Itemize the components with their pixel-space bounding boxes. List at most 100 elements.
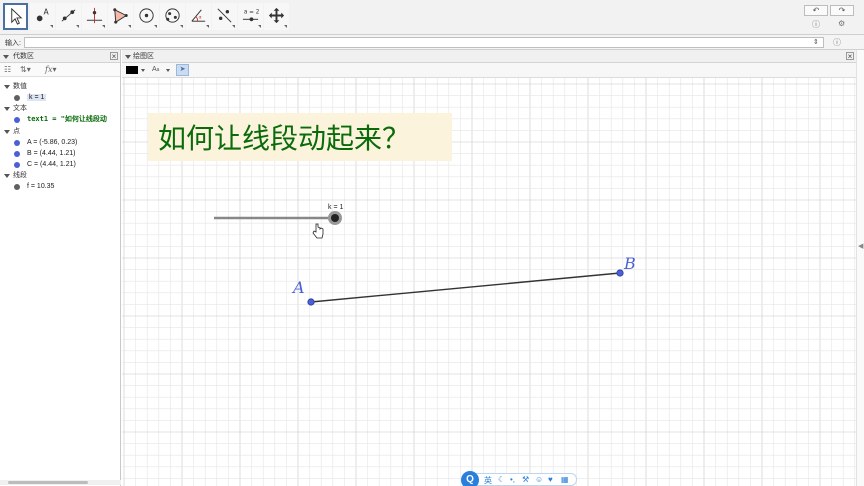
segment-f[interactable] (310, 272, 621, 303)
algebra-category-segments[interactable]: 线段 (0, 170, 121, 181)
algebra-horizontal-scrollbar[interactable] (0, 480, 121, 485)
slider-tool-button[interactable]: a = 2 (238, 3, 263, 30)
collapse-triangle-icon[interactable] (4, 130, 10, 134)
redo-icon: ↷ (838, 6, 846, 15)
pin-to-screen-button[interactable]: ➤ (176, 64, 189, 76)
perpendicular-line-icon (86, 7, 103, 24)
graphics-view-header: 绘图区 × (122, 50, 856, 63)
undo-button[interactable]: ↶ (804, 5, 828, 16)
ime-logo-icon[interactable]: Q (461, 471, 479, 486)
graphics-view: 绘图区 × Aa ➤ 如何让线段动起来？ k = 1 A B (122, 50, 856, 486)
collapse-triangle-icon[interactable] (4, 107, 10, 111)
move-tool-button[interactable] (3, 3, 28, 30)
redo-button[interactable]: ↷ (830, 5, 854, 16)
label-style-button[interactable]: Aa (152, 66, 159, 73)
moon-icon[interactable]: ☾ (498, 475, 505, 484)
input-history-stepper-icon[interactable]: ⇕ (813, 38, 819, 46)
circle-icon (139, 8, 154, 23)
undo-icon: ↶ (812, 6, 820, 15)
visibility-toggle-icon[interactable] (14, 117, 20, 123)
toggle-auxiliary-icon[interactable]: ☷ (4, 65, 11, 74)
pin-icon: ➤ (179, 66, 186, 73)
algebra-category-numbers[interactable]: 数值 (0, 81, 121, 92)
color-picker-button[interactable] (126, 66, 138, 74)
algebra-item-segment-f[interactable]: f = 10.35 (0, 181, 121, 192)
visibility-toggle-icon[interactable] (14, 95, 20, 101)
toolbar: A α a = 2 ↶ ↷ ⓘ ⚙ (0, 0, 864, 35)
label-style-suffix: a (156, 67, 160, 73)
description-mode-icon[interactable]: fx▾ (45, 65, 57, 74)
ime-toolbar: Q 英 ☾ •, ⚒ ☺ ♥ ▦ (461, 471, 577, 486)
algebra-toolbar: ☷ ⇅▾ fx▾ (0, 63, 120, 77)
scrollbar-thumb[interactable] (8, 481, 88, 484)
collapse-triangle-icon[interactable] (4, 174, 10, 178)
expand-panel-icon[interactable]: ◀ (858, 242, 863, 250)
polygon-icon (113, 8, 128, 24)
algebra-view-header: 代数区 × (0, 50, 120, 63)
reflect-about-line-icon (217, 8, 232, 23)
chevron-down-icon[interactable] (166, 69, 170, 72)
sort-icon[interactable]: ⇅▾ (20, 65, 31, 74)
svg-text:A: A (43, 8, 49, 17)
close-graphics-icon[interactable]: × (846, 52, 854, 61)
visibility-toggle-icon[interactable] (14, 184, 20, 190)
text-box-text: 如何让线段动起来？ (158, 122, 410, 155)
move-graphics-view-icon (268, 7, 285, 24)
input-bar: 输入: ⇕ ⓘ (0, 35, 864, 50)
algebra-category-points[interactable]: 点 (0, 126, 121, 137)
gear-icon[interactable]: ⚙ (838, 19, 845, 28)
point-icon: A (36, 8, 49, 22)
svg-text:a = 2: a = 2 (244, 10, 260, 16)
angle-icon: α (191, 9, 206, 22)
algebra-item-text1[interactable]: text1 = "如何让线段动 (0, 114, 121, 125)
point-b-label: B (623, 254, 636, 273)
point-a-label: A (291, 278, 305, 297)
collapse-triangle-icon[interactable] (125, 55, 131, 59)
emoji-icon[interactable]: ☺ (535, 475, 543, 484)
point-b[interactable] (616, 269, 624, 277)
skin-icon[interactable]: ♥ (548, 475, 553, 484)
command-input[interactable] (24, 37, 824, 48)
wrench-icon[interactable]: ⚒ (522, 475, 529, 484)
input-label: 输入: (5, 40, 21, 47)
conic-tool-button[interactable] (160, 3, 185, 30)
collapse-triangle-icon[interactable] (4, 85, 10, 89)
close-algebra-icon[interactable]: × (110, 52, 118, 61)
visibility-toggle-icon[interactable] (14, 162, 20, 168)
angle-tool-button[interactable]: α (186, 3, 211, 30)
circle-tool-button[interactable] (134, 3, 159, 30)
punctuation-icon[interactable]: •, (510, 475, 515, 484)
perpendicular-tool-button[interactable] (82, 3, 107, 30)
move-view-tool-button[interactable] (264, 3, 289, 30)
point-a[interactable] (307, 298, 315, 306)
visibility-toggle-icon[interactable] (14, 151, 20, 157)
conic-icon (165, 8, 180, 23)
graphics-view-title: 绘图区 (133, 53, 154, 60)
input-help-icon[interactable]: ⓘ (833, 37, 841, 48)
line-tool-button[interactable] (56, 3, 81, 30)
right-panel-edge: ◀ (856, 50, 864, 486)
algebra-category-text[interactable]: 文本 (0, 103, 121, 114)
polygon-tool-button[interactable] (108, 3, 133, 30)
ime-language-toggle[interactable]: 英 (484, 475, 492, 486)
grid-menu-icon[interactable]: ▦ (561, 475, 569, 484)
visibility-toggle-icon[interactable] (14, 140, 20, 146)
drawing-canvas[interactable]: 如何让线段动起来？ k = 1 A B (122, 78, 856, 486)
slider-icon: a = 2 (242, 10, 260, 22)
chevron-down-icon[interactable] (141, 69, 145, 72)
algebra-item-point-a[interactable]: A = (-5.86, 0.23) (0, 137, 121, 148)
cursor-arrow-icon (11, 7, 23, 25)
collapse-triangle-icon[interactable] (3, 55, 9, 59)
reflect-tool-button[interactable] (212, 3, 237, 30)
point-tool-button[interactable]: A (30, 3, 55, 30)
slider-handle[interactable] (331, 214, 339, 222)
help-icon[interactable]: ⓘ (812, 19, 820, 30)
algebra-item-k[interactable]: k = 1 (0, 92, 121, 103)
algebra-item-point-b[interactable]: B = (4.44, 1.21) (0, 148, 121, 159)
algebra-item-point-c[interactable]: C = (4.44, 1.21) (0, 159, 121, 170)
graphics-style-bar: Aa ➤ (122, 63, 856, 78)
svg-text:α: α (199, 15, 202, 20)
line-through-points-icon (61, 9, 76, 22)
slider-label: k = 1 (328, 204, 343, 211)
algebra-view: 代数区 × ☷ ⇅▾ fx▾ 数值 k = 1 文本 text1 = "如何让线… (0, 50, 121, 486)
